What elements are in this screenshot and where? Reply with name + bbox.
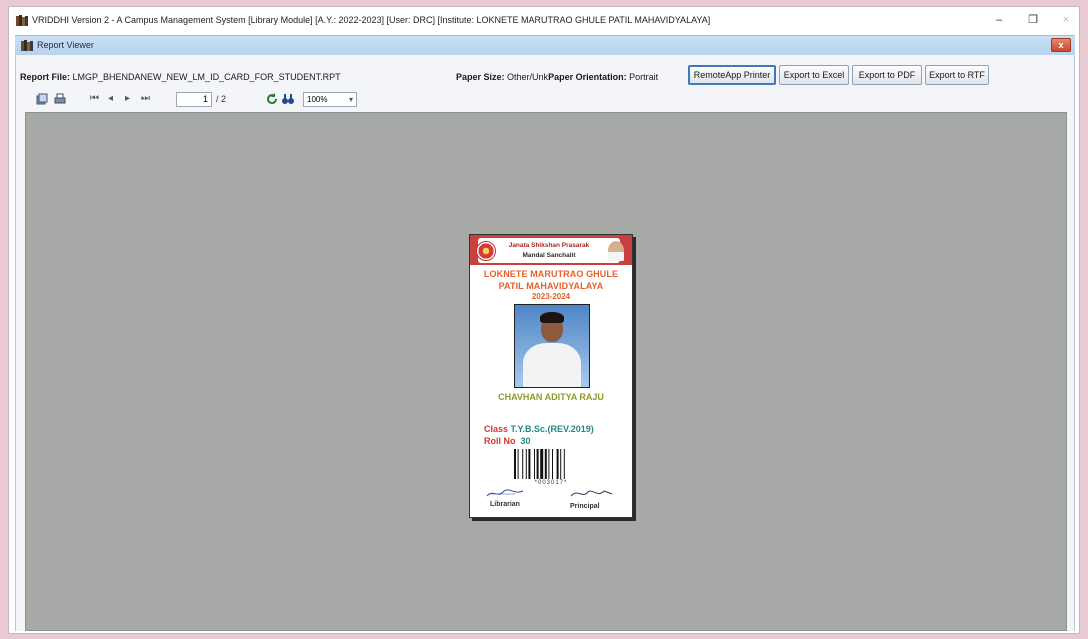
report-viewer-close-button[interactable]: x [1051,38,1071,52]
refresh-icon[interactable] [266,93,278,105]
librarian-label: Librarian [490,501,520,508]
principal-label: Principal [570,503,600,510]
export-rtf-button[interactable]: Export to RTF [925,65,989,85]
photo-hair [540,312,564,323]
zoom-value: 100% [307,95,328,104]
card-header: Janata Shikshan Prasarak Mandal Sanchali… [478,238,620,263]
report-toolbar: ⏮ ◂ ▸ ⏭ 1 / 2 100% ▾ [26,89,1066,111]
chevron-down-icon: ▾ [348,95,353,104]
maximize-button[interactable]: ❐ [1018,11,1048,29]
college-logo-icon [476,241,496,261]
class-label: Class [484,424,509,434]
orientation-value: Portrait [629,72,659,82]
report-viewer-icon [21,40,33,51]
remoteapp-printer-button[interactable]: RemoteApp Printer [688,65,776,85]
previous-page-button[interactable]: ◂ [108,92,113,106]
print-icon[interactable] [54,93,66,105]
export-pdf-button[interactable]: Export to PDF [852,65,922,85]
roll-row: Roll No 30 [484,436,531,446]
application-window: VRIDDHI Version 2 - A Campus Management … [8,6,1080,634]
first-page-button[interactable]: ⏮ [90,92,99,106]
paper-size-label: Paper Size: [456,72,505,82]
photo-body [523,343,581,387]
next-page-button[interactable]: ▸ [125,92,130,106]
roll-value: 30 [520,436,531,446]
export-excel-button[interactable]: Export to Excel [779,65,849,85]
page-number-input[interactable]: 1 [176,92,212,107]
page-total: / 2 [216,94,227,104]
search-binoculars-icon[interactable] [282,93,294,105]
window-title: VRIDDHI Version 2 - A Campus Management … [32,15,711,25]
paper-size-info: Paper Size: Other/UnkPaper Orientation: … [456,72,658,82]
card-trust-line1: Janata Shikshan Prasarak [508,242,590,249]
card-trust-line2: Mandal Sanchalit [522,252,576,259]
last-page-button[interactable]: ⏭ [141,92,150,106]
roll-label: Roll No [484,436,516,446]
card-college-line1: LOKNETE MARUTRAO GHULE [483,269,619,279]
card-college-line2: PATIL MAHAVIDYALAYA [498,281,604,291]
report-info-bar: Report File: LMGP_BHENDANEW_NEW_LM_ID_CA… [16,55,1074,89]
founder-portrait [608,241,624,261]
close-button[interactable]: × [1051,11,1081,29]
barcode [514,449,565,479]
librarian-signature [486,489,524,497]
report-file-info: Report File: LMGP_BHENDANEW_NEW_LM_ID_CA… [20,72,341,82]
class-value: T.Y.B.Sc.(REV.2019) [510,424,594,434]
zoom-select[interactable]: 100% ▾ [303,92,357,107]
card-academic-year: 2023-2024 [531,292,571,301]
orientation-label: Paper Orientation: [548,72,627,82]
export-icon[interactable] [36,93,48,105]
window-titlebar: VRIDDHI Version 2 - A Campus Management … [9,7,1079,34]
report-canvas[interactable]: Janata Shikshan Prasarak Mandal Sanchali… [25,112,1067,631]
report-viewer-body: Report File: LMGP_BHENDANEW_NEW_LM_ID_CA… [15,55,1075,631]
report-file-name: LMGP_BHENDANEW_NEW_LM_ID_CARD_FOR_STUDEN… [72,72,341,82]
app-icon [16,15,28,26]
card-header-band: Janata Shikshan Prasarak Mandal Sanchali… [470,235,632,265]
principal-signature [570,490,613,497]
paper-size-value: Other/Unk [507,72,549,82]
student-name: CHAVHAN ADITYA RAJU [498,392,604,402]
minimize-button[interactable]: – [984,11,1014,29]
report-file-label: Report File: [20,72,71,82]
student-photo [514,304,590,388]
id-card: Janata Shikshan Prasarak Mandal Sanchali… [469,234,633,518]
report-viewer-titlebar: Report Viewer x [15,35,1075,55]
report-viewer-title: Report Viewer [37,40,94,50]
class-row: Class T.Y.B.Sc.(REV.2019) [484,424,594,434]
